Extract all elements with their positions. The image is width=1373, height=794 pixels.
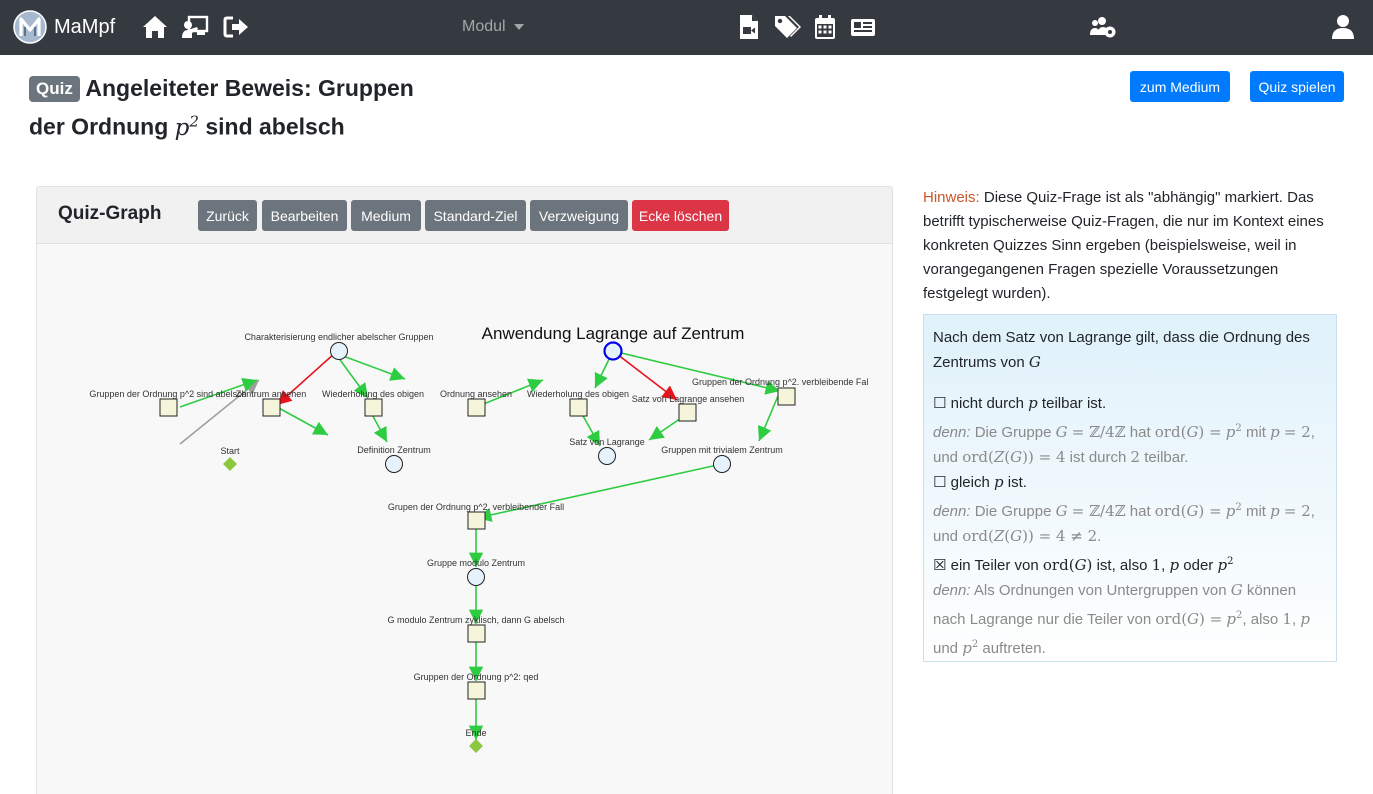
branching-button[interactable]: Verzweigung [530,200,628,231]
label-ende: Ende [465,728,486,738]
hint-label: Hinweis: [923,189,980,206]
label-gruppen-p2-abelsch: Gruppen der Ordnung p^2 sind abelsch [89,389,246,399]
question-text: Nach dem Satz von Lagrange gilt, dass di… [933,329,1310,371]
news-icon[interactable] [849,13,877,41]
label-trivialem-zentrum: Gruppen mit trivialem Zentrum [661,445,783,455]
answer-3: ☒ ein Teiler von ord(G) ist, also 1, p o… [933,556,1234,574]
home-icon[interactable] [141,13,169,41]
title-text-part2: sind abelsch [205,113,345,140]
quiz-graph-canvas[interactable]: Charakterisierung endlicher abelscher Gr… [37,244,892,794]
edge [757,395,779,442]
play-quiz-button[interactable]: Quiz spielen [1250,71,1344,102]
node-trivialem-zentrum[interactable] [713,455,731,473]
navbar: MaMpf Modul [0,0,1373,55]
chevron-down-icon [513,24,524,30]
explanation-3: denn: Als Ordnungen von Untergruppen von… [933,581,1310,657]
answer-1: ☐ nicht durch p teilbar ist. [933,394,1107,412]
node-selected-lagrange-zentrum[interactable] [603,341,623,361]
node-satz-lagrange[interactable] [598,447,616,465]
label-definition-zentrum: Definition Zentrum [357,445,431,455]
edit-button[interactable]: Bearbeiten [262,200,347,231]
node-charakterisierung[interactable] [330,342,348,360]
label-gruppen-verbleibender: Grupen der Ordnung p^2. verbleibender Fa… [388,502,564,512]
page-title: Quiz Angeleiteter Beweis: Gruppen der Or… [29,72,449,145]
label-zentrum-ansehen: Zentrum ansehen [236,389,307,399]
quiz-badge: Quiz [29,76,80,102]
modul-dropdown[interactable]: Modul [462,18,524,36]
label-charakterisierung: Charakterisierung endlicher abelscher Gr… [244,332,433,342]
node-ende[interactable] [469,739,483,753]
file-video-icon[interactable] [735,13,763,41]
node-satz-lagrange-ansehen[interactable] [678,403,697,422]
explanation-1: denn: Die Gruppe G = ℤ/4ℤ hat ord(G) = p… [933,423,1315,466]
users-cog-icon[interactable] [1089,13,1117,41]
delete-vertex-button[interactable]: Ecke löschen [632,200,729,231]
quiz-graph-header: Quiz-Graph Zurück Bearbeiten Medium Stan… [37,187,892,244]
explanation-2: denn: Die Gruppe G = ℤ/4ℤ hat ord(G) = p… [933,502,1315,545]
node-wiederholung-2[interactable] [569,398,588,417]
teacher-screen-icon[interactable] [181,13,209,41]
node-zyklisch[interactable] [467,624,486,643]
brand-link[interactable]: MaMpf [13,10,115,44]
label-qed: Gruppen der Ordnung p^2: qed [414,672,539,682]
medium-button[interactable]: Medium [351,200,421,231]
dependency-hint: Hinweis: Diese Quiz-Frage ist als "abhän… [923,186,1343,306]
edge [276,406,329,436]
node-qed[interactable] [467,681,486,700]
user-icon[interactable] [1329,13,1357,41]
node-start[interactable] [223,457,237,471]
selected-node-label: Anwendung Lagrange auf Zentrum [482,324,745,343]
node-gruppen-p2-abelsch[interactable] [159,398,178,417]
back-button[interactable]: Zurück [198,200,257,231]
question-box: Nach dem Satz von Lagrange gilt, dass di… [923,314,1337,662]
node-gruppen-verbleibender[interactable] [467,511,486,530]
quiz-graph-card: Quiz-Graph Zurück Bearbeiten Medium Stan… [36,186,893,794]
default-target-button[interactable]: Standard-Ziel [425,200,526,231]
label-ordnung-ansehen: Ordnung ansehen [440,389,512,399]
node-zentrum-ansehen[interactable] [262,398,281,417]
sign-out-icon[interactable] [223,13,251,41]
label-satz-lagrange-ansehen: Satz von Lagrange ansehen [632,394,745,404]
label-modulo-zentrum: Gruppe modulo Zentrum [427,558,525,568]
hint-text: Diese Quiz-Frage ist als "abhängig" mark… [923,189,1324,302]
calendar-icon[interactable] [811,13,839,41]
modul-label: Modul [462,18,506,35]
mampf-logo [13,10,47,44]
to-medium-button[interactable]: zum Medium [1130,71,1230,102]
label-wiederholung-1: Wiederholung des obigen [322,389,424,399]
node-modulo-zentrum[interactable] [467,568,485,586]
tags-icon[interactable] [773,13,801,41]
label-gruppen-p2-verbleibende: Gruppen der Ordnung p^2. verbleibende Fa… [692,377,868,387]
node-gruppen-p2-verbleibende[interactable] [777,387,796,406]
label-zyklisch: G modulo Zentrum zyklisch, dann G abelsc… [387,615,564,625]
node-wiederholung-1[interactable] [364,398,383,417]
title-math-p: p2 [174,112,199,141]
answer-2: ☐ gleich p ist. [933,473,1027,491]
label-wiederholung-2: Wiederholung des obigen [527,389,629,399]
quiz-graph-title: Quiz-Graph [58,203,162,224]
label-start: Start [220,446,240,456]
label-satz-lagrange: Satz von Lagrange [569,437,645,447]
brand-name: MaMpf [54,15,116,38]
node-ordnung-ansehen[interactable] [467,398,486,417]
node-definition-zentrum[interactable] [385,455,403,473]
